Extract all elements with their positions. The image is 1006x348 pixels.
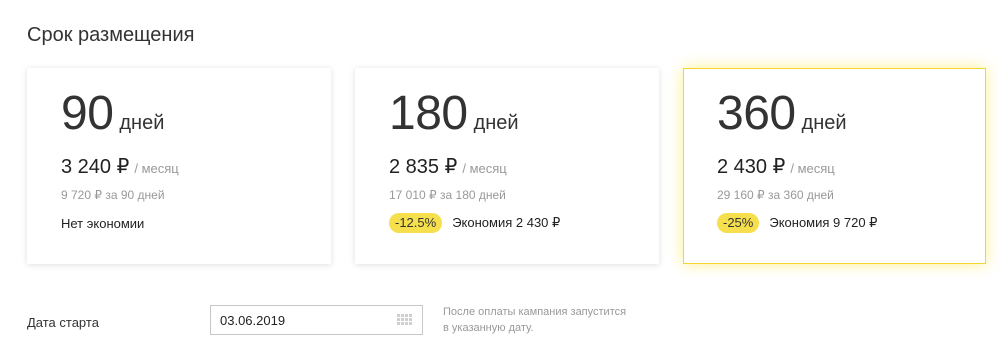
hint-line: После оплаты кампания запустится — [443, 306, 627, 318]
section-title: Срок размещения — [27, 24, 195, 46]
plan-card-360-selected[interactable]: 360 дней 2 430 ₽ / месяц 29 160 ₽ за 360… — [683, 68, 986, 264]
plan-no-saving: Нет экономии — [61, 215, 145, 231]
plan-days-unit: дней — [801, 112, 847, 134]
plan-saving: Экономия 2 430 ₽ — [452, 215, 561, 230]
plan-days-unit: дней — [473, 112, 519, 134]
plan-card-180[interactable]: 180 дней 2 835 ₽ / месяц 17 010 ₽ за 180… — [355, 68, 659, 264]
plan-days: 90 — [61, 87, 114, 140]
plan-days-unit: дней — [119, 112, 165, 134]
start-date-hint: После оплаты кампания запустится в указа… — [443, 304, 643, 336]
start-date-label: Дата старта — [27, 315, 99, 330]
plan-price: 2 430 ₽ — [717, 156, 786, 178]
plan-per-month: / месяц — [134, 161, 179, 176]
calendar-icon[interactable] — [397, 314, 413, 327]
plan-price: 3 240 ₽ — [61, 156, 130, 178]
plan-days: 360 — [717, 87, 796, 140]
plan-total: 29 160 ₽ за 360 дней — [717, 188, 834, 202]
start-date-value[interactable]: 03.06.2019 — [220, 313, 285, 328]
plan-days: 180 — [389, 87, 468, 140]
plan-per-month: / месяц — [790, 161, 835, 176]
start-date-field[interactable]: 03.06.2019 — [210, 305, 423, 335]
hint-line: в указанную дату. — [443, 322, 534, 334]
plan-price: 2 835 ₽ — [389, 156, 458, 178]
discount-badge: -25% — [717, 213, 760, 233]
discount-badge: -12.5% — [389, 213, 443, 233]
plan-saving: Экономия 9 720 ₽ — [769, 215, 878, 230]
plan-card-90[interactable]: 90 дней 3 240 ₽ / месяц 9 720 ₽ за 90 дн… — [27, 68, 331, 264]
plan-per-month: / месяц — [462, 161, 507, 176]
plan-total: 17 010 ₽ за 180 дней — [389, 188, 506, 202]
plan-total: 9 720 ₽ за 90 дней — [61, 188, 165, 202]
